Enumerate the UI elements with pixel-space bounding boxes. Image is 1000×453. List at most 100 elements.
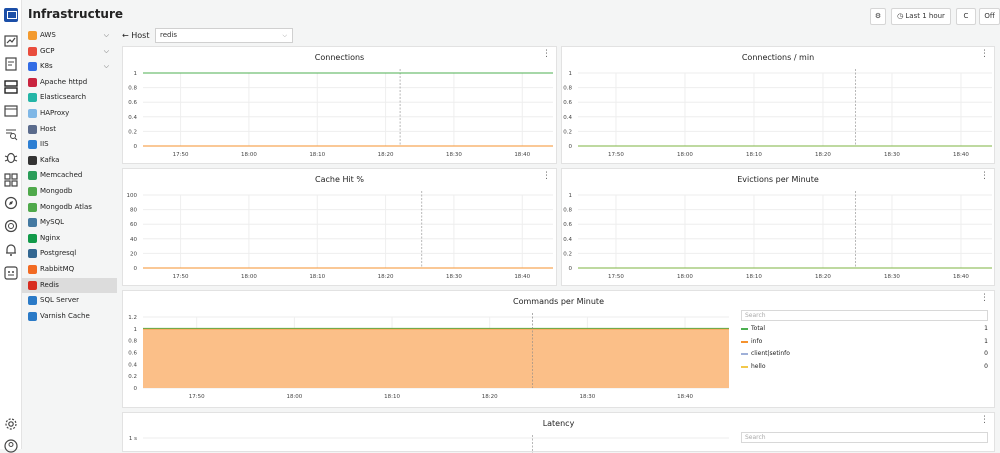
logs-icon[interactable]	[4, 57, 18, 71]
y-tick-label: 0	[569, 144, 573, 150]
x-tick-label: 18:20	[378, 152, 394, 158]
sql-server-icon	[28, 296, 37, 306]
panel-menu-icon[interactable]: ⋮	[980, 416, 989, 425]
sidebar-item-kafka[interactable]: Kafka	[22, 153, 117, 169]
sidebar-item-apache-httpd[interactable]: Apache httpd	[22, 75, 117, 91]
sidebar-item-label: Memcached	[40, 171, 83, 180]
legend-label: client|setinfo	[751, 350, 790, 357]
iis-icon	[28, 140, 37, 150]
y-tick-label: 0	[134, 144, 138, 150]
sidebar-item-label: K8s	[40, 62, 53, 71]
log-search-icon[interactable]	[4, 127, 18, 141]
sidebar-item-mysql[interactable]: MySQL	[22, 215, 117, 231]
y-tick-label: 100	[127, 193, 138, 199]
chevron-down-icon[interactable]: ⌵	[104, 44, 109, 60]
y-tick-label: 1	[134, 71, 138, 77]
sidebar-item-label: SQL Server	[40, 296, 80, 305]
y-tick-label: 20	[130, 251, 137, 257]
sidebar-item-memcached[interactable]: Memcached	[22, 168, 117, 184]
time-range-label: Last 1 hour	[905, 12, 945, 20]
chevron-down-icon[interactable]: ⌵	[104, 59, 109, 75]
chevron-down-icon[interactable]: ⌵	[104, 28, 109, 44]
browser-icon[interactable]	[4, 104, 18, 118]
y-tick-label: 0.6	[563, 100, 572, 106]
host-icon	[28, 124, 37, 134]
kafka-icon	[28, 155, 37, 165]
settings-gear-icon[interactable]	[4, 417, 18, 431]
sidebar-item-host[interactable]: Host	[22, 122, 117, 138]
sidebar-item-label: Redis	[40, 280, 59, 289]
x-tick-label: 18:10	[309, 152, 325, 158]
x-tick-label: 18:30	[884, 152, 900, 158]
sidebar-item-rabbitmq[interactable]: RabbitMQ	[22, 262, 117, 278]
legend-label: Total	[751, 325, 766, 332]
legend-item[interactable]: info 1	[741, 336, 988, 348]
sidebar-item-iis[interactable]: IIS	[22, 137, 117, 153]
sidebar-item-mongodb-atlas[interactable]: Mongodb Atlas	[22, 200, 117, 216]
x-tick-label: 18:40	[953, 152, 969, 158]
x-tick-label: 17:50	[173, 274, 189, 280]
metrics-icon[interactable]	[4, 34, 18, 48]
panel-commands: Commands per Minute ⋮ 0 0.2 0.4 0.6 0.8 1 1.2 1…	[122, 290, 995, 408]
latency-chart: 1 s	[129, 435, 729, 453]
x-tick-label: 17:50	[189, 394, 205, 400]
legend-item[interactable]: hello 0	[741, 361, 988, 373]
sidebar-item-label: Mongodb Atlas	[40, 202, 92, 211]
nav-rail	[0, 0, 22, 453]
legend-swatch	[741, 353, 748, 355]
x-tick-label: 18:30	[446, 152, 462, 158]
sidebar-item-k8s[interactable]: K8s ⌵	[22, 59, 117, 75]
sidebar-item-label: Postgresql	[40, 249, 77, 258]
sidebar-item-label: Elasticsearch	[40, 93, 87, 102]
sidebar-item-gcp[interactable]: GCP ⌵	[22, 44, 117, 60]
legend-search-input[interactable]: Search	[741, 310, 988, 321]
explore-icon[interactable]	[4, 196, 18, 210]
x-tick-label: 18:10	[746, 274, 762, 280]
sidebar-item-varnish-cache[interactable]: Varnish Cache	[22, 309, 117, 325]
legend-value: 0	[984, 350, 988, 357]
sidebar-item-mongodb[interactable]: Mongodb	[22, 184, 117, 200]
sidebar-item-haproxy[interactable]: HAProxy	[22, 106, 117, 122]
integrations-icon[interactable]	[4, 266, 18, 280]
infrastructure-icon[interactable]	[4, 80, 18, 94]
app-logo-icon[interactable]	[4, 8, 18, 22]
y-tick-label: 40	[130, 237, 137, 243]
y-tick-label: 0.2	[563, 251, 572, 257]
bug-icon[interactable]	[4, 150, 18, 164]
legend-item[interactable]: client|setinfo 0	[741, 348, 988, 360]
y-tick-label: 0.6	[128, 351, 137, 357]
monitors-icon[interactable]	[4, 219, 18, 233]
legend-search-input[interactable]: Search	[741, 432, 988, 443]
x-tick-label: 18:10	[384, 394, 400, 400]
series-area-info	[143, 328, 729, 388]
y-tick-label: 0.2	[563, 129, 572, 135]
x-tick-label: 18:40	[514, 274, 530, 280]
host-select[interactable]: redis ⌵	[155, 28, 293, 43]
x-tick-label: 18:00	[286, 394, 302, 400]
aws-icon	[28, 31, 37, 40]
chevron-down-icon: ⌵	[282, 32, 287, 39]
settings-button[interactable]: ⚙	[870, 8, 886, 25]
legend-item[interactable]: Total 1	[741, 323, 988, 335]
panel-cache-hit: Cache Hit % ⋮ 0 20 40 60 80 100 17:50 18:00 18:1…	[122, 168, 557, 286]
sidebar-item-redis[interactable]: Redis	[22, 277, 117, 294]
back-to-host-button[interactable]: ← Host	[122, 31, 149, 40]
alerts-bell-icon[interactable]	[4, 243, 18, 257]
sidebar-item-nginx[interactable]: Nginx	[22, 231, 117, 247]
rabbitmq-icon	[28, 265, 37, 274]
postgresql-icon	[28, 249, 37, 259]
dashboards-icon[interactable]	[4, 173, 18, 187]
auto-refresh-toggle[interactable]: Off	[979, 8, 1000, 25]
refresh-button[interactable]: C	[956, 8, 976, 25]
sidebar-item-postgresql[interactable]: Postgresql	[22, 246, 117, 262]
sidebar-item-aws[interactable]: AWS ⌵	[22, 28, 117, 44]
legend-swatch	[741, 340, 748, 343]
x-tick-label: 18:20	[378, 274, 394, 280]
sidebar-item-sql-server[interactable]: SQL Server	[22, 293, 117, 309]
panel-menu-icon[interactable]: ⋮	[980, 294, 989, 303]
top-bar: Infrastructure ⚙ ◷ Last 1 hour C Off	[22, 0, 1000, 28]
apache-icon	[28, 77, 37, 87]
sidebar-item-elasticsearch[interactable]: Elasticsearch	[22, 90, 117, 106]
time-range-picker[interactable]: ◷ Last 1 hour	[891, 8, 951, 25]
user-avatar-icon[interactable]	[4, 439, 18, 453]
